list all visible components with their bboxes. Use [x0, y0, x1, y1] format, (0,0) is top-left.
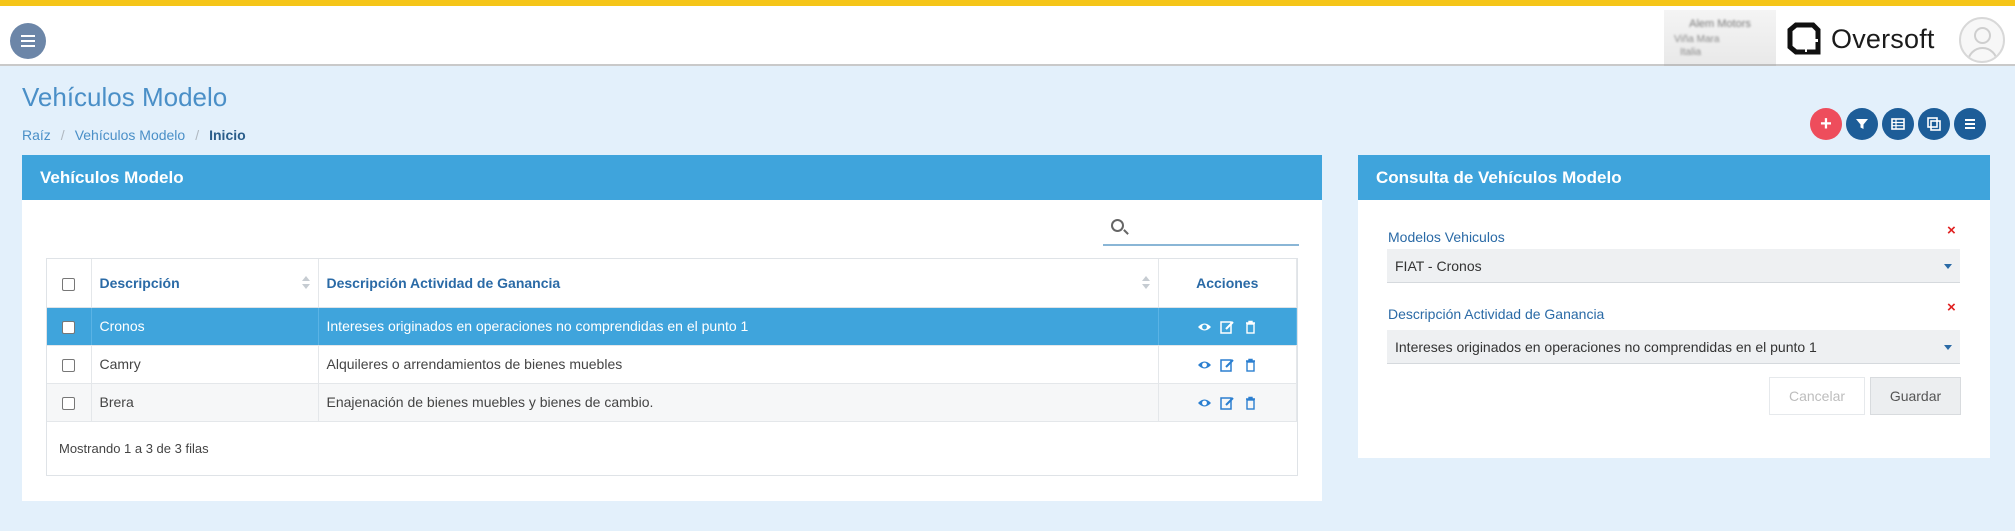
row-actions — [1158, 307, 1297, 346]
row-checkbox[interactable] — [62, 396, 76, 410]
select-all-checkbox[interactable] — [62, 277, 76, 291]
list-icon — [1965, 119, 1975, 129]
copy-icon — [1927, 117, 1941, 131]
clear-field-icon[interactable]: × — [1947, 299, 1956, 316]
row-checkbox[interactable] — [62, 358, 76, 372]
column-header-acciones: Acciones — [1158, 259, 1297, 308]
hamburger-menu-button[interactable] — [10, 23, 46, 59]
action-toolbar: + — [1810, 108, 1986, 140]
table-footer-count: Mostrando 1 a 3 de 3 filas — [59, 441, 209, 456]
row-actions — [1158, 383, 1297, 422]
breadcrumb: Raíz / Vehículos Modelo / Inicio — [22, 127, 246, 143]
row-checkbox[interactable] — [62, 320, 76, 334]
company-selector[interactable]: Alem Motors Viña Mara Italia — [1664, 10, 1776, 66]
column-header-actividad[interactable]: Descripción Actividad de Ganancia — [318, 259, 1159, 308]
list-panel-title: Vehículos Modelo — [22, 155, 1322, 200]
table-row[interactable]: Camry Alquileres o arrendamientos de bie… — [47, 345, 1297, 384]
edit-icon[interactable] — [1220, 358, 1235, 372]
menu-icon — [21, 35, 35, 47]
cell-descripcion: Cronos — [91, 307, 319, 346]
select-all-cell — [47, 259, 92, 308]
company-name: Alem Motors — [1689, 18, 1751, 30]
column-header-descripcion[interactable]: Descripción — [91, 259, 319, 308]
view-icon[interactable] — [1197, 320, 1212, 334]
filter-icon — [1856, 119, 1868, 129]
row-select-cell — [47, 383, 92, 422]
chevron-down-icon — [1944, 264, 1952, 269]
table-row[interactable]: Cronos Intereses originados en operacion… — [47, 307, 1297, 346]
column-label: Descripción — [99, 274, 180, 291]
add-button[interactable]: + — [1810, 108, 1842, 140]
data-table: Descripción Descripción Actividad de Gan… — [47, 259, 1297, 422]
modelos-vehiculos-select[interactable]: FIAT - Cronos — [1387, 249, 1960, 283]
sort-icon — [301, 276, 310, 290]
cell-actividad: Alquileres o arrendamientos de bienes mu… — [318, 345, 1159, 384]
row-select-cell — [47, 307, 92, 346]
view-icon[interactable] — [1197, 396, 1212, 410]
chevron-down-icon — [1944, 345, 1952, 350]
brand-name: Oversoft — [1831, 23, 1935, 54]
list-button[interactable] — [1954, 108, 1986, 140]
oversoft-logo-icon — [1787, 22, 1821, 56]
columns-button[interactable] — [1882, 108, 1914, 140]
save-button[interactable]: Guardar — [1870, 377, 1961, 415]
modelos-vehiculos-label: Modelos Vehiculos — [1388, 229, 1505, 245]
row-select-cell — [47, 345, 92, 384]
sort-icon — [1141, 276, 1150, 290]
data-table-container: Descripción Descripción Actividad de Gan… — [46, 258, 1298, 476]
actividad-ganancia-label: Descripción Actividad de Ganancia — [1388, 306, 1605, 322]
table-search[interactable] — [1103, 211, 1299, 246]
cell-descripcion: Camry — [91, 345, 319, 384]
cell-descripcion: Brera — [91, 383, 319, 422]
cancel-button[interactable]: Cancelar — [1769, 377, 1865, 415]
edit-icon[interactable] — [1220, 396, 1235, 410]
search-input[interactable] — [1133, 215, 1293, 241]
breadcrumb-section[interactable]: Vehículos Modelo — [75, 127, 186, 143]
breadcrumb-current: Inicio — [209, 127, 246, 143]
delete-icon[interactable] — [1243, 358, 1258, 372]
modelos-vehiculos-value: FIAT - Cronos — [1395, 258, 1482, 274]
column-label: Descripción Actividad de Ganancia — [326, 274, 561, 291]
delete-icon[interactable] — [1243, 320, 1258, 334]
top-navbar: Alem Motors Viña Mara Italia Oversoft — [0, 6, 2015, 66]
brand-logo: Oversoft — [1787, 22, 1935, 56]
filter-button[interactable] — [1846, 108, 1878, 140]
search-icon — [1111, 219, 1124, 232]
edit-icon[interactable] — [1220, 320, 1235, 334]
actividad-ganancia-select[interactable]: Intereses originados en operaciones no c… — [1387, 330, 1960, 364]
cell-actividad: Intereses originados en operaciones no c… — [318, 307, 1159, 346]
add-icon: + — [1820, 112, 1832, 135]
company-location: Italia — [1680, 47, 1702, 58]
table-row[interactable]: Brera Enajenación de bienes muebles y bi… — [47, 383, 1297, 422]
cell-actividad: Enajenación de bienes muebles y bienes d… — [318, 383, 1159, 422]
actividad-ganancia-value: Intereses originados en operaciones no c… — [1395, 339, 1817, 355]
clear-field-icon[interactable]: × — [1947, 222, 1956, 239]
query-form-title: Consulta de Vehículos Modelo — [1358, 155, 1990, 200]
breadcrumb-root[interactable]: Raíz — [22, 127, 51, 143]
company-branch: Viña Mara — [1674, 34, 1720, 45]
view-icon[interactable] — [1197, 358, 1212, 372]
export-button[interactable] — [1918, 108, 1950, 140]
breadcrumb-separator: / — [60, 127, 65, 143]
grid-icon — [1891, 118, 1905, 130]
delete-icon[interactable] — [1243, 396, 1258, 410]
page-title: Vehículos Modelo — [22, 82, 228, 112]
user-avatar[interactable] — [1959, 17, 2005, 63]
breadcrumb-separator: / — [195, 127, 200, 143]
row-actions — [1158, 345, 1297, 384]
